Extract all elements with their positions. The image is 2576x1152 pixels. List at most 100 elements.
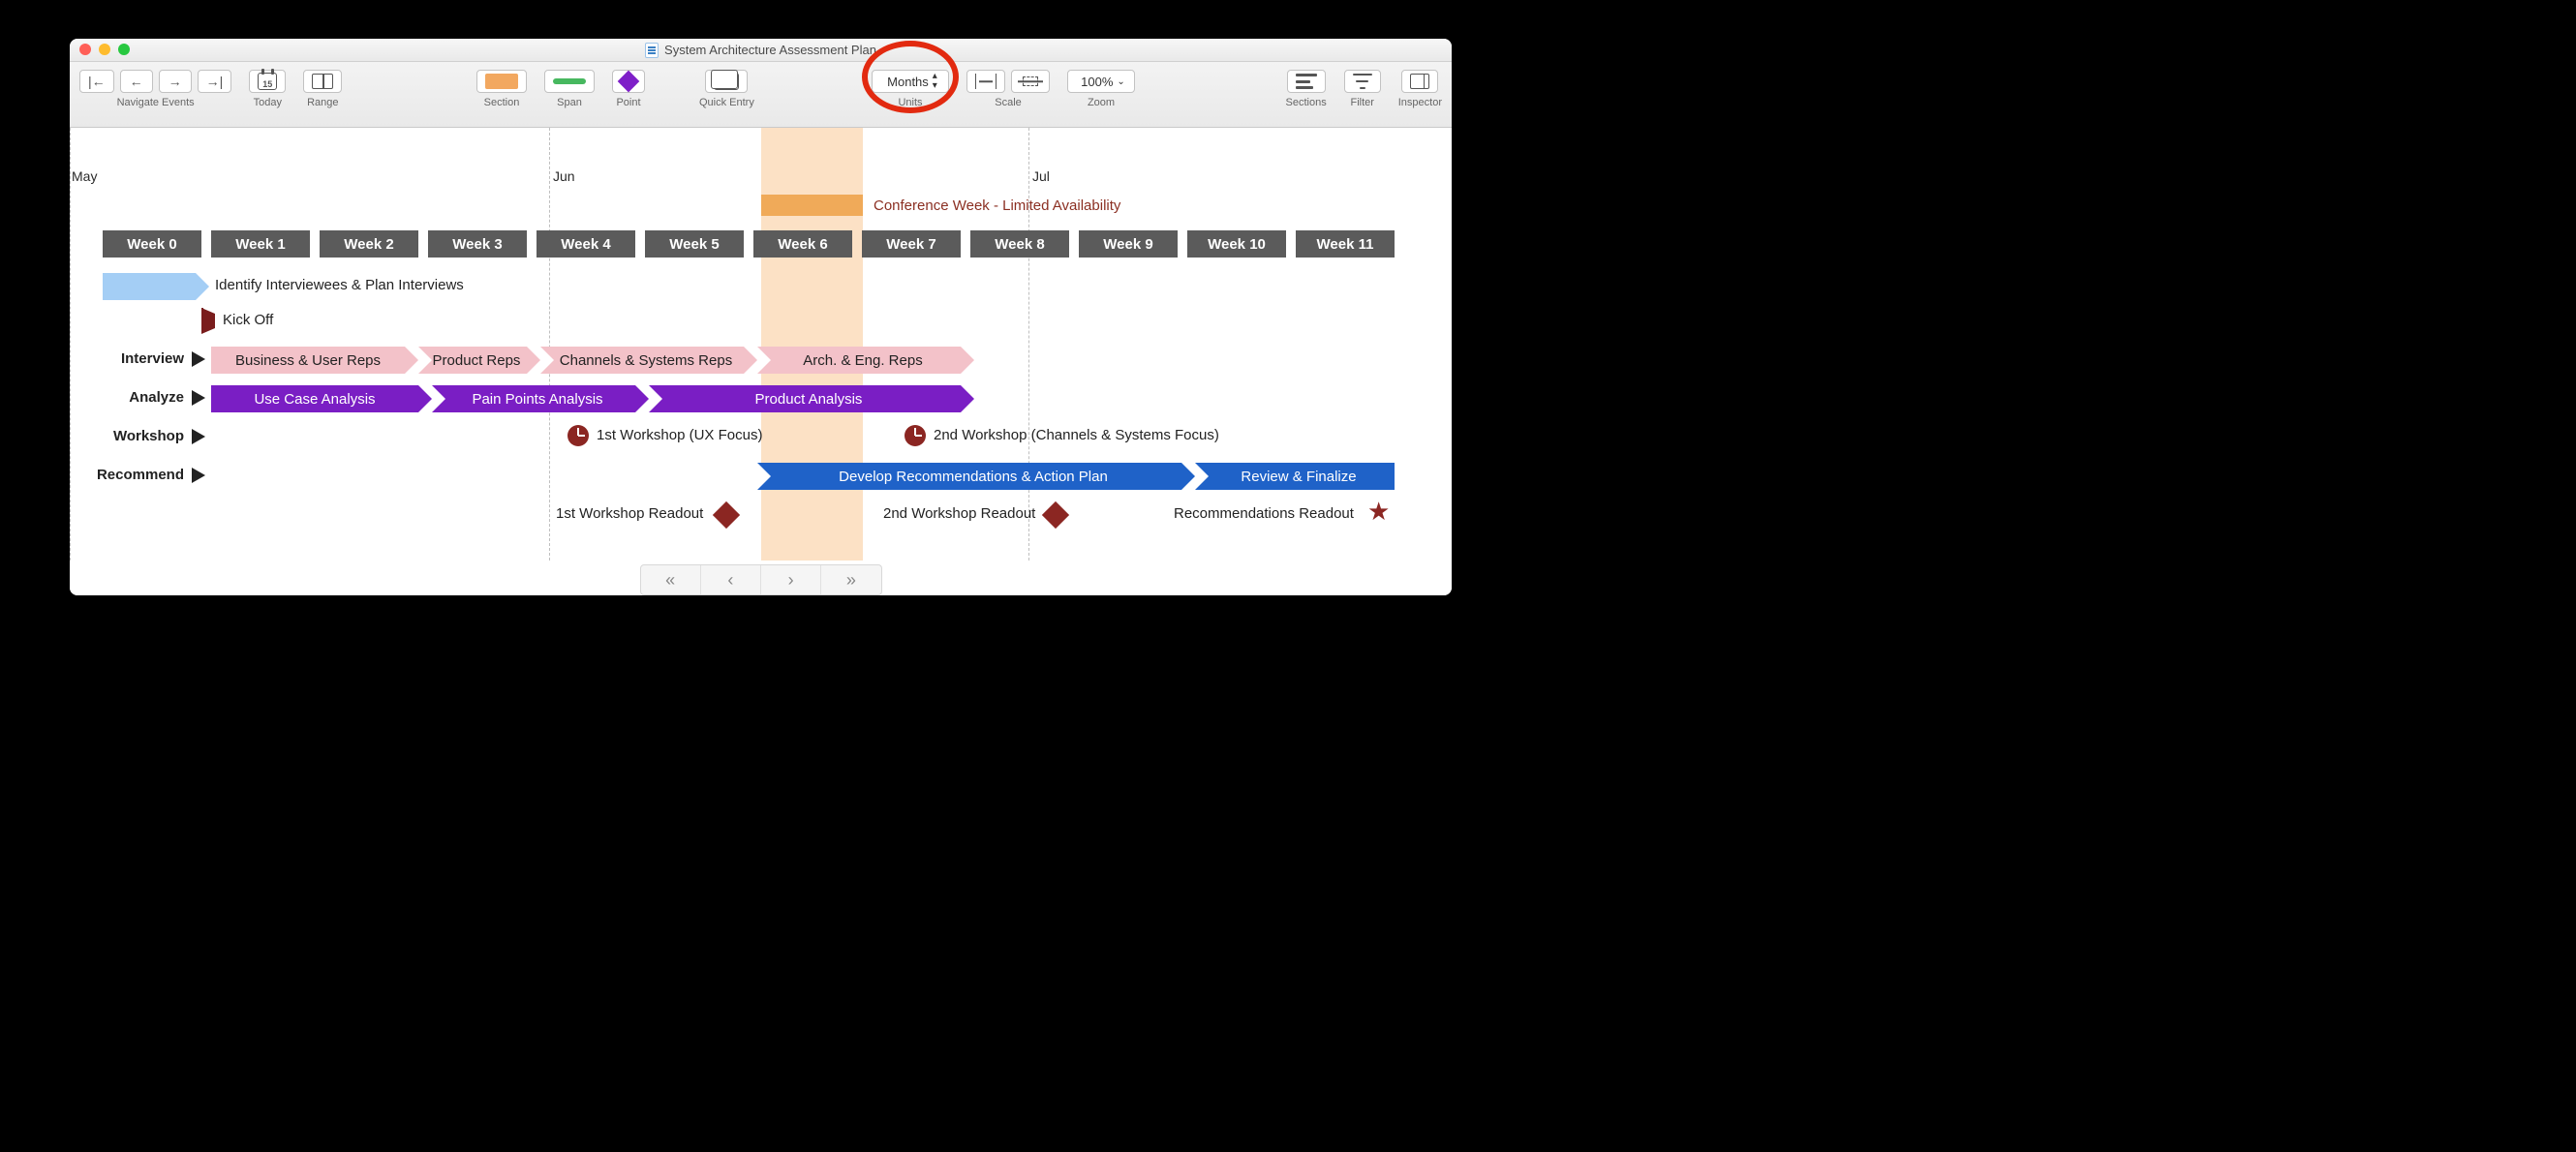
span-interview-product[interactable]: Product Reps [418,347,527,374]
span-analyze-pain[interactable]: Pain Points Analysis [432,385,635,412]
week-cell[interactable]: Week 2 [320,230,418,258]
point-group: Point [612,70,645,108]
month-gridline [549,128,550,561]
chevron-left-icon: ‹ [727,570,733,591]
month-gridline [70,128,71,561]
filter-group: Filter [1344,70,1381,108]
sections-button[interactable] [1287,70,1326,93]
play-icon [192,351,205,367]
nav-prev-icon: ← [130,75,143,88]
week-cell[interactable]: Week 8 [970,230,1069,258]
week-cell[interactable]: Week 11 [1296,230,1395,258]
section-swatch-icon [485,74,518,89]
sections-label: Sections [1286,97,1327,108]
sections-group: Sections [1286,70,1327,108]
conference-section-header[interactable] [761,195,863,216]
units-label: Units [898,97,922,108]
timeline-canvas[interactable]: May Jun Jul Conference Week - Limited Av… [70,128,1452,595]
nav-first-icon: |← [88,75,106,88]
scale-label: Scale [995,97,1022,108]
milestone-workshop-2-label: 2nd Workshop (Channels & Systems Focus) [934,427,1219,443]
pager-next-button[interactable]: › [761,565,821,594]
new-section-button[interactable] [476,70,527,93]
zoom-label: Zoom [1088,97,1115,108]
new-span-button[interactable] [544,70,595,93]
quick-entry-button[interactable] [705,70,748,93]
span-identify-interviewees[interactable] [103,273,196,300]
week-cell[interactable]: Week 9 [1079,230,1178,258]
nav-last-button[interactable]: →| [198,70,232,93]
titlebar: System Architecture Assessment Plan [70,39,1452,62]
pager-first-button[interactable]: « [641,565,701,594]
today-button[interactable]: 15 [249,70,286,93]
minimize-window-button[interactable] [99,44,110,55]
traffic-lights [79,44,130,55]
diamond-icon [713,501,740,529]
milestone-readout-3[interactable]: ★ [1367,499,1390,524]
span-recommend-develop[interactable]: Develop Recommendations & Action Plan [757,463,1181,490]
nav-next-icon: → [169,75,182,88]
week-cell[interactable]: Week 3 [428,230,527,258]
span-analyze-usecase[interactable]: Use Case Analysis [211,385,418,412]
week-cell[interactable]: Week 5 [645,230,744,258]
new-point-button[interactable] [612,70,645,93]
week-cell[interactable]: Week 6 [753,230,852,258]
play-icon [192,390,205,406]
close-window-button[interactable] [79,44,91,55]
milestone-readout-3-label: Recommendations Readout [1174,505,1354,522]
milestone-readout-2[interactable] [1046,505,1065,525]
span-analyze-product[interactable]: Product Analysis [649,385,961,412]
clock-icon [567,425,589,446]
month-label-jul: Jul [1032,168,1050,184]
units-select[interactable]: Months ▴▾ [872,70,949,93]
span-interview-channels[interactable]: Channels & Systems Reps [540,347,744,374]
week-cell[interactable]: Week 4 [537,230,635,258]
zoom-select[interactable]: 100% ⌄ [1067,70,1135,93]
week-cell[interactable]: Week 0 [103,230,201,258]
nav-next-button[interactable]: → [159,70,192,93]
scale-selection-button[interactable] [1011,70,1050,93]
pager-prev-button[interactable]: ‹ [701,565,761,594]
inspector-group: Inspector [1398,70,1442,108]
clock-icon [905,425,926,446]
week-header-row: Week 0 Week 1 Week 2 Week 3 Week 4 Week … [70,230,1452,258]
filter-button[interactable] [1344,70,1381,93]
week-cell[interactable]: Week 1 [211,230,310,258]
quick-entry-label: Quick Entry [699,97,754,108]
today-label: Today [254,97,282,108]
star-icon: ★ [1367,499,1390,524]
nav-prev-button[interactable]: ← [120,70,153,93]
scale-fit-button[interactable] [966,70,1005,93]
nav-first-button[interactable]: |← [79,70,114,93]
zoom-value: 100% [1081,75,1113,89]
month-gridline [1028,128,1029,561]
span-interview-business[interactable]: Business & User Reps [211,347,405,374]
filter-label: Filter [1351,97,1374,108]
span-identify-label: Identify Interviewees & Plan Interviews [215,277,464,293]
range-group: Range [303,70,342,108]
week-cell[interactable]: Week 7 [862,230,961,258]
chevron-double-right-icon: » [846,570,856,591]
span-recommend-review[interactable]: Review & Finalize [1195,463,1395,490]
pager-last-button[interactable]: » [821,565,880,594]
span-interview-arch[interactable]: Arch. & Eng. Reps [757,347,961,374]
flag-icon [201,308,215,334]
sections-icon [1296,74,1317,89]
milestone-readout-1[interactable] [717,505,736,525]
point-label: Point [616,97,640,108]
scale-selection-icon [1020,74,1041,89]
navigate-events-group: |← ← → →| Navigate Events [79,70,231,108]
milestone-workshop-1[interactable] [567,425,589,446]
month-label-jun: Jun [553,168,575,184]
inspector-icon [1410,74,1429,89]
milestone-kickoff[interactable] [201,314,215,328]
calendar-icon: 15 [258,73,277,90]
month-label-may: May [72,168,97,184]
range-button[interactable] [303,70,342,93]
nav-last-icon: →| [206,75,224,88]
week-cell[interactable]: Week 10 [1187,230,1286,258]
milestone-workshop-2[interactable] [905,425,926,446]
inspector-button[interactable] [1401,70,1438,93]
zoom-window-button[interactable] [118,44,130,55]
conference-section-band[interactable] [761,128,863,561]
